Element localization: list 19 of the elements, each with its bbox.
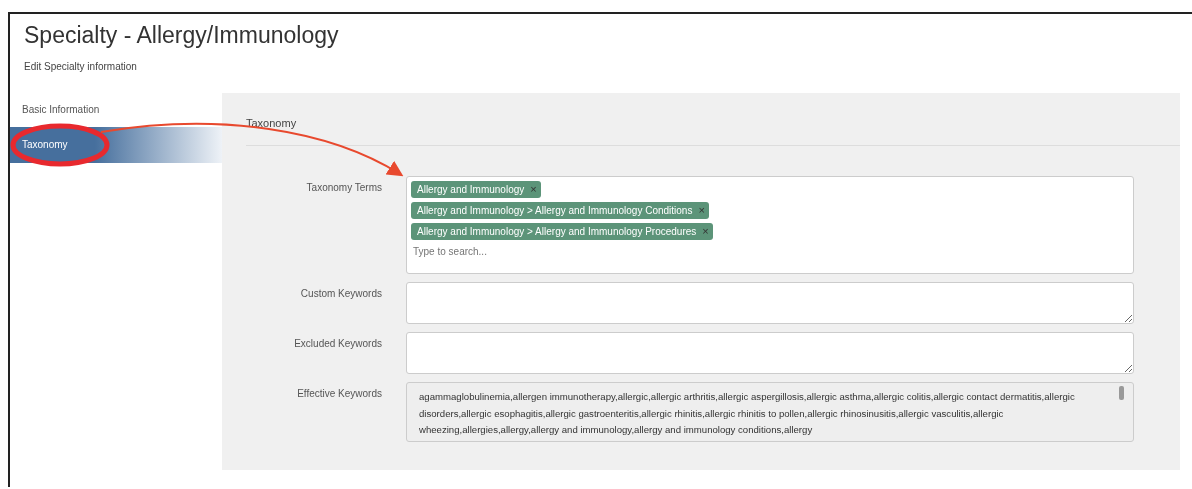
sidebar-item[interactable]: Basic Information [10,101,222,127]
tag-chip: Allergy and Immunology × [411,181,541,198]
remove-icon[interactable]: × [702,226,709,237]
tag-chip: Allergy and Immunology > Allergy and Immunology Conditions × [411,202,709,219]
remove-icon[interactable]: × [530,184,537,195]
field-label: Custom Keywords [299,287,383,301]
keywords-field[interactable] [406,332,1134,374]
section-title: Taxonomy [246,117,298,129]
field-label: Excluded Keywords [293,337,383,351]
tag-input-field[interactable]: Allergy and Immunology × Allergy and Immunology > Allergy and Immunology Conditions × Allergy and Immunology > Allergy and Immunology Procedures × Type to search... [406,176,1134,274]
scrollbar-thumb[interactable] [1119,386,1124,400]
tag-chip: Allergy and Immunology > Allergy and Immunology Procedures × [411,223,713,240]
field-label: Effective Keywords [296,387,383,401]
field-label: Taxonomy Terms [305,181,383,195]
page-subtitle: Edit Specialty information [23,60,138,74]
page-title: Specialty - Allergy/Immunology [23,21,340,49]
remove-icon[interactable]: × [698,205,705,216]
keywords-field: agammaglobulinemia,allergen immunotherapy,allergic,allergic arthritis,allergic aspergillosis,allergic asthma,allergic colitis,allergic contact dermatitis,allergic disorders,allergic esophagitis,allergic gastroenteritis,allergic rhinitis,allergic rhinitis to pollen,allergic rhinosinusitis,allergic vasculitis,allergic wheezing,allergies,allergy,allergy and immunology,allergy and immunology conditions,allergy [406,382,1134,442]
keywords-field[interactable] [406,282,1134,324]
